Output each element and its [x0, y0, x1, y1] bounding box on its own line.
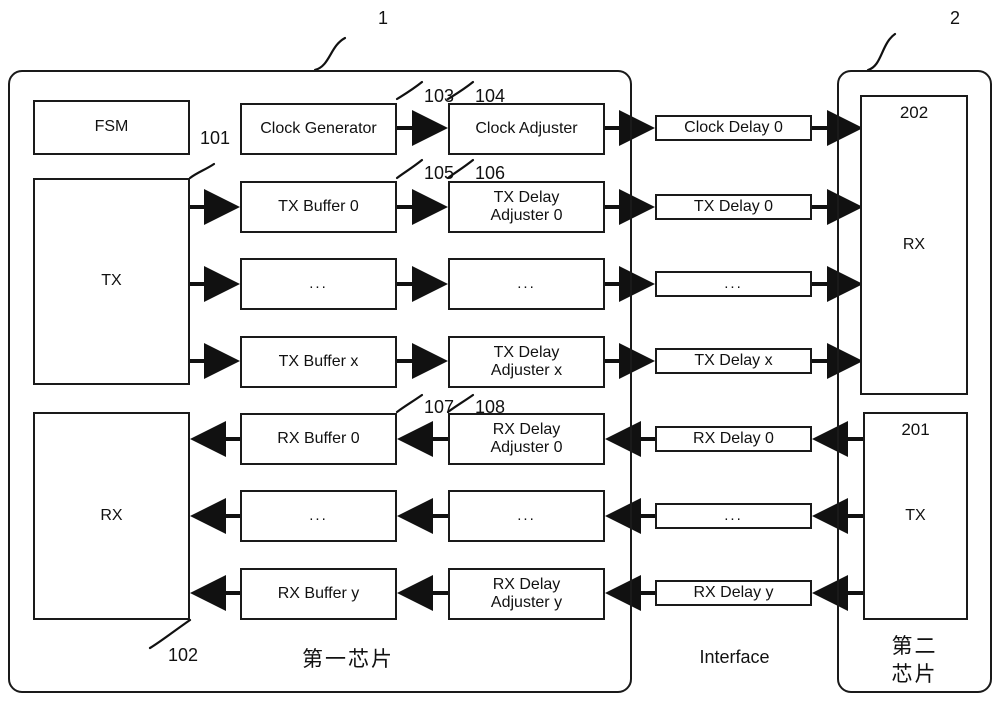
chip2-tx-label: TX — [905, 506, 926, 524]
ref-tx-core: 101 — [200, 128, 231, 148]
tx-delay-ellipsis-block: ... — [655, 271, 812, 297]
patent-figure-canvas: 1 第一芯片 2 第二 芯片 Interface FSM 101 TX RX 1… — [0, 0, 1000, 705]
fsm-block[interactable]: FSM — [33, 100, 190, 155]
ref-chip2: 2 — [950, 8, 961, 28]
clock-generator-block[interactable]: Clock Generator — [240, 103, 397, 155]
tx-delay-0-block[interactable]: TX Delay 0 — [655, 194, 812, 220]
rx-delay-adjuster-y-block[interactable]: RX Delay Adjuster y — [448, 568, 605, 620]
ref-chip2-rx: 202 — [899, 103, 929, 122]
chip2-caption-line1: 第二 — [891, 634, 938, 658]
rx-delay-y-block[interactable]: RX Delay y — [655, 580, 812, 606]
chip2-rx-label: RX — [902, 235, 926, 253]
rx-delay-0-block[interactable]: RX Delay 0 — [655, 426, 812, 452]
rx-buffer-ellipsis-block: ... — [240, 490, 397, 542]
ref-tx-delay-adjuster: 106 — [475, 163, 506, 183]
tx-buffer-x-block[interactable]: TX Buffer x — [240, 336, 397, 388]
tx-delay-adjuster-0-block[interactable]: TX Delay Adjuster 0 — [448, 181, 605, 233]
rx-buffer-0-block[interactable]: RX Buffer 0 — [240, 413, 397, 465]
ref-clock-adjuster: 104 — [475, 86, 506, 106]
tx-delay-adjuster-x-block[interactable]: TX Delay Adjuster x — [448, 336, 605, 388]
tx-core-block[interactable]: TX — [33, 178, 190, 385]
chip2-rx-block[interactable]: 202 RX — [860, 95, 968, 395]
ref-chip2-tx: 201 — [901, 420, 930, 439]
ref-chip1: 1 — [378, 8, 389, 28]
tx-buffer-0-block[interactable]: TX Buffer 0 — [240, 181, 397, 233]
rx-buffer-y-block[interactable]: RX Buffer y — [240, 568, 397, 620]
tx-delay-x-block[interactable]: TX Delay x — [655, 348, 812, 374]
clock-delay-0-block[interactable]: Clock Delay 0 — [655, 115, 812, 141]
ref-rx-core: 102 — [168, 645, 199, 665]
chip1-caption: 第一芯片 — [302, 647, 394, 671]
rx-delay-adjuster-ellipsis-block: ... — [448, 490, 605, 542]
chip2-caption-line2: 芯片 — [891, 662, 938, 686]
rx-delay-ellipsis-block: ... — [655, 503, 812, 529]
interface-caption: Interface — [699, 647, 770, 667]
clock-adjuster-block[interactable]: Clock Adjuster — [448, 103, 605, 155]
ref-rx-delay-adjuster: 108 — [475, 397, 506, 417]
tx-buffer-ellipsis-block: ... — [240, 258, 397, 310]
chip2-tx-block[interactable]: 201 TX — [863, 412, 968, 620]
rx-delay-adjuster-0-block[interactable]: RX Delay Adjuster 0 — [448, 413, 605, 465]
tx-delay-adjuster-ellipsis-block: ... — [448, 258, 605, 310]
rx-core-block[interactable]: RX — [33, 412, 190, 620]
